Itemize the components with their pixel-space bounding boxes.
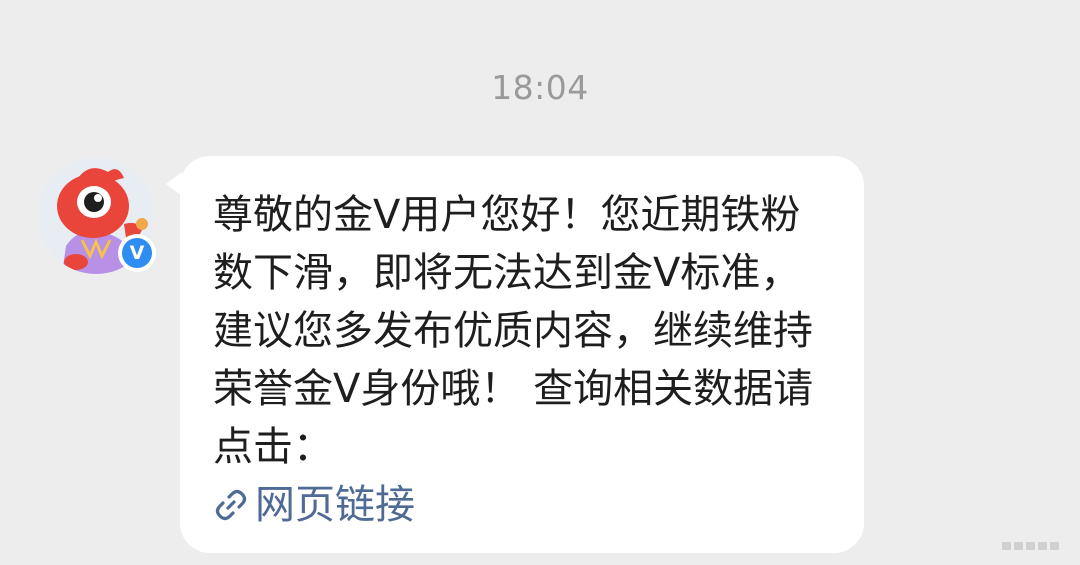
message-bubble: 尊敬的金V用户您好！您近期铁粉数下滑，即将无法达到金V标准，建议您多发布优质内容…: [180, 156, 864, 553]
watermark-icon: [1002, 542, 1059, 550]
message-timestamp: 18:04: [491, 68, 589, 107]
sender-avatar[interactable]: V: [38, 158, 156, 274]
link-icon: [215, 489, 247, 521]
badge-letter: V: [122, 238, 152, 268]
link-text[interactable]: 网页链接: [255, 476, 415, 534]
verified-v-badge-icon: V: [118, 234, 156, 272]
web-link[interactable]: 网页链接: [213, 476, 834, 534]
message-text: 尊敬的金V用户您好！您近期铁粉数下滑，即将无法达到金V标准，建议您多发布优质内容…: [213, 192, 814, 470]
